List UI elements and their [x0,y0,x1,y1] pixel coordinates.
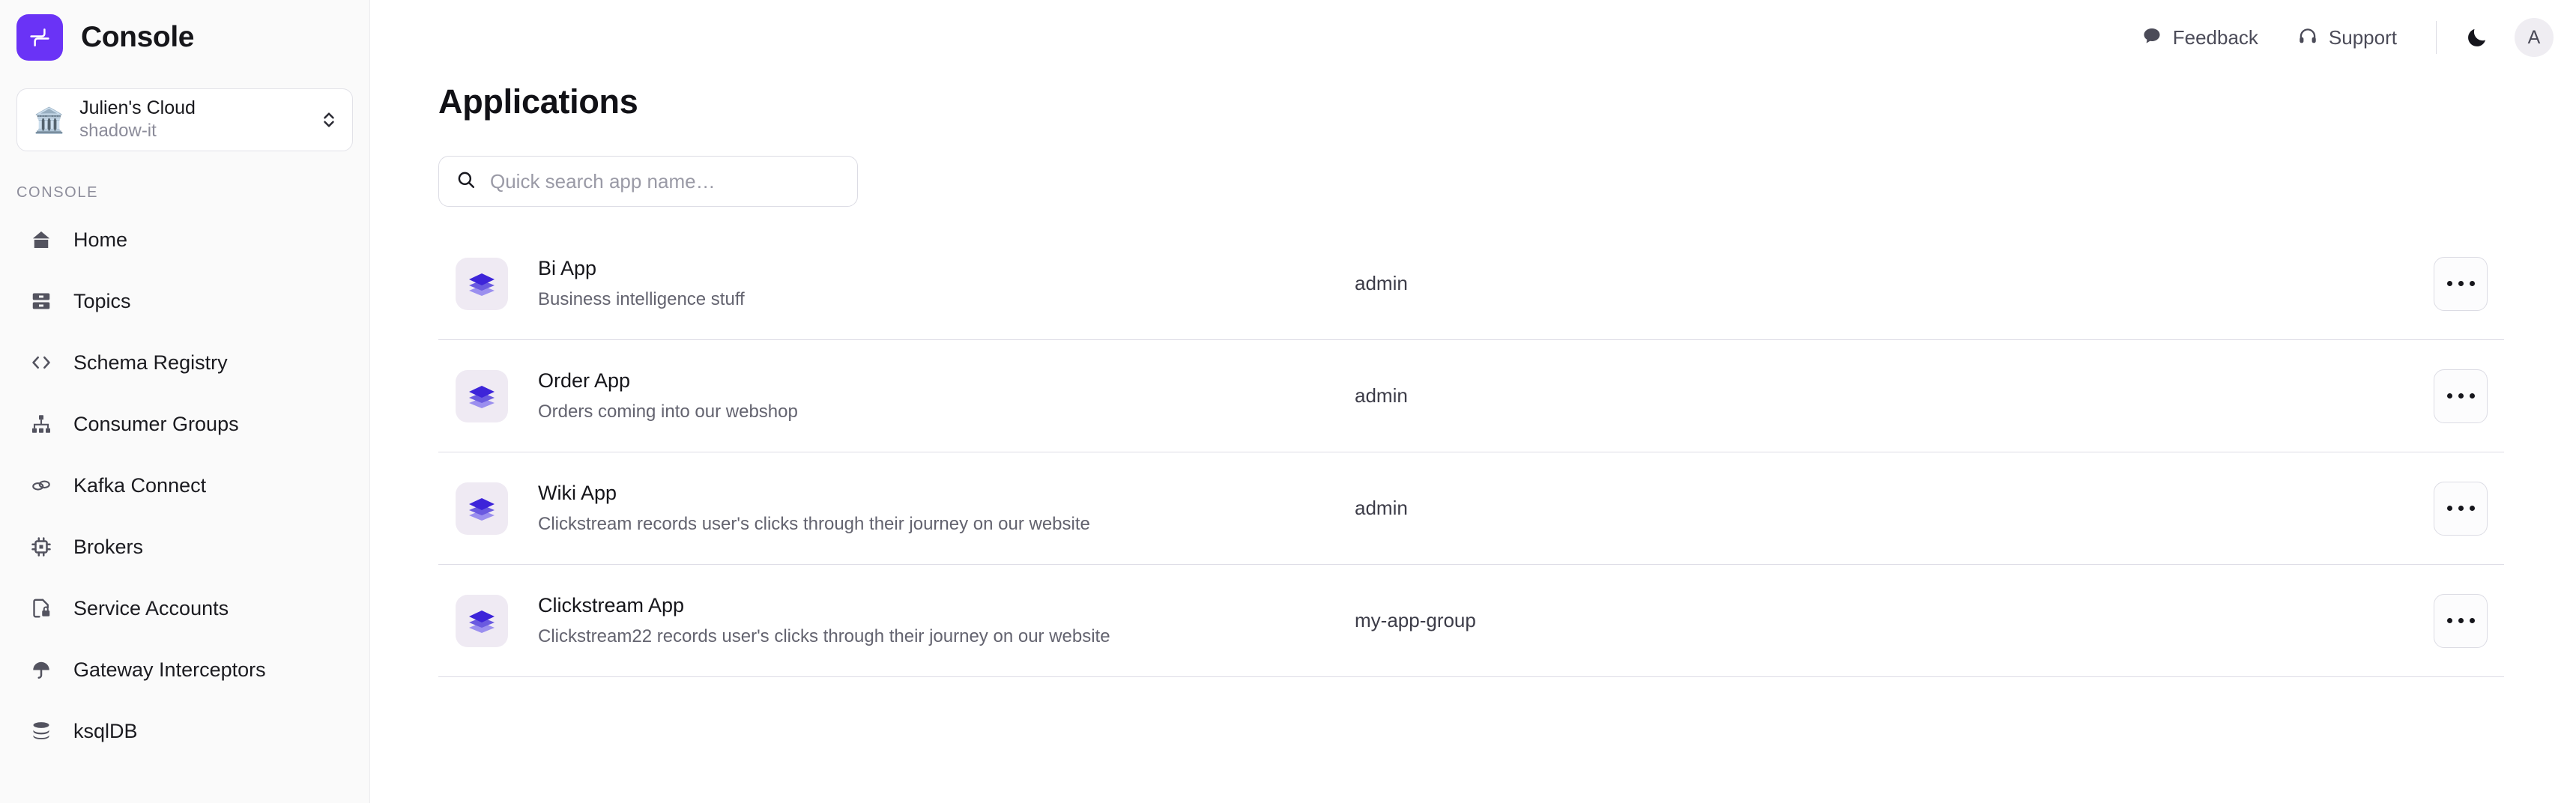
app-group: admin [1355,272,1408,294]
umbrella-icon [28,657,54,682]
dot [2446,393,2452,399]
app-group: my-app-group [1355,609,1476,631]
cloud-subtitle: shadow-it [79,121,157,142]
table-cell-app: Bi App Business intelligence stuff [538,256,1355,311]
dot [2446,506,2452,511]
chevron-up-down-icon[interactable] [321,107,337,133]
sidebar-section-label: CONSOLE [16,184,99,201]
avatar-initial: A [2527,26,2541,48]
sidebar-item-brokers[interactable]: Brokers [0,516,369,578]
topics-icon [28,288,54,314]
ellipsis-icon[interactable] [2434,593,2488,648]
table-cell-app: Clickstream App Clickstream22 records us… [538,593,1355,648]
sidebar-item-label: Kafka Connect [73,473,207,497]
chat-bubble-icon [2141,25,2162,50]
cloud-selector[interactable]: 🏛️ Julien's Cloud shadow-it [16,88,353,151]
file-lock-icon [28,596,54,621]
stacked-layers-icon [456,369,508,422]
page-title: Applications [438,82,638,121]
app-name: Wiki App [538,482,617,505]
table-row[interactable]: Bi App Business intelligence stuff admin [438,228,2504,340]
table-cell-app: Order App Orders coming into our webshop [538,369,1355,423]
feedback-button[interactable]: Feedback [2122,15,2278,60]
stacked-layers-icon [456,257,508,310]
dot [2458,393,2464,399]
sidebar-item-label: Schema Registry [73,351,228,374]
search-input[interactable] [490,169,841,193]
headphones-icon [2297,25,2318,50]
ellipsis-icon[interactable] [2434,481,2488,536]
sidebar-item-home[interactable]: Home [0,209,369,270]
sidebar: Console 🏛️ Julien's Cloud shadow-it CONS… [0,0,370,803]
dot [2458,281,2464,286]
sidebar-item-label: Consumer Groups [73,412,239,435]
database-icon [28,718,54,744]
table-cell-app: Wiki App Clickstream records user's clic… [538,481,1355,536]
sidebar-item-kafka-connect[interactable]: Kafka Connect [0,455,369,516]
app-description: Business intelligence stuff [538,288,745,309]
app-name: Clickstream App [538,594,685,617]
app-description: Clickstream records user's clicks throug… [538,513,1090,534]
app-title: Console [81,21,195,53]
moon-icon[interactable] [2456,16,2498,58]
sidebar-item-schema-registry[interactable]: Schema Registry [0,332,369,393]
app-root: Console 🏛️ Julien's Cloud shadow-it CONS… [0,0,2576,803]
stacked-layers-icon [456,482,508,535]
ellipsis-icon[interactable] [2434,369,2488,423]
app-description: Orders coming into our webshop [538,401,798,422]
sidebar-item-consumer-groups[interactable]: Consumer Groups [0,393,369,455]
table-row[interactable]: Wiki App Clickstream records user's clic… [438,452,2504,565]
support-button[interactable]: Support [2278,15,2416,60]
dot [2446,618,2452,623]
search-icon [456,169,477,194]
main-area: Feedback Support A Applications Quick se… [370,0,2576,803]
sidebar-item-topics[interactable]: Topics [0,270,369,332]
sidebar-item-label: Topics [73,289,131,312]
app-description: Clickstream22 records user's clicks thro… [538,625,1110,646]
search-box[interactable] [438,156,858,207]
dot [2446,281,2452,286]
link-chain-icon [28,473,54,498]
app-name: Bi App [538,257,597,280]
app-group: admin [1355,497,1408,519]
dot [2469,506,2475,511]
page-content: Applications Quick search app name… Bi A… [370,82,2576,677]
topbar-divider [2436,21,2437,54]
app-group: admin [1355,384,1408,407]
topbar: Feedback Support A [370,0,2576,75]
cloud-selector-texts: Julien's Cloud shadow-it [79,97,306,142]
hierarchy-icon [28,411,54,437]
classical-building-icon: 🏛️ [34,106,65,134]
sidebar-item-gateway-interceptors[interactable]: Gateway Interceptors [0,639,369,700]
sidebar-item-label: ksqlDB [73,719,138,742]
home-icon [28,227,54,252]
stacked-layers-icon [456,594,508,647]
sidebar-item-label: Home [73,228,128,251]
sidebar-nav: Home Topics Schema Registry Consumer Gro… [0,209,369,762]
dot [2469,393,2475,399]
sidebar-item-service-accounts[interactable]: Service Accounts [0,578,369,639]
brand[interactable]: Console [0,0,369,75]
sidebar-item-label: Brokers [73,535,144,558]
sidebar-item-ksqldb[interactable]: ksqlDB [0,700,369,762]
sidebar-item-label: Service Accounts [73,596,229,619]
cloud-name: Julien's Cloud [79,97,196,118]
ellipsis-icon[interactable] [2434,256,2488,311]
app-name: Order App [538,369,631,393]
table-row[interactable]: Clickstream App Clickstream22 records us… [438,565,2504,677]
junction-logo-icon [16,14,63,61]
table-row[interactable]: Order App Orders coming into our webshop… [438,340,2504,452]
avatar[interactable]: A [2515,18,2554,57]
sidebar-item-label: Gateway Interceptors [73,658,266,681]
dot [2458,618,2464,623]
dot [2469,281,2475,286]
chip-icon [28,534,54,560]
feedback-label: Feedback [2172,25,2258,49]
dot [2458,506,2464,511]
code-brackets-icon [28,350,54,375]
dot [2469,618,2475,623]
applications-table: Bi App Business intelligence stuff admin [438,228,2504,677]
support-label: Support [2328,25,2397,49]
